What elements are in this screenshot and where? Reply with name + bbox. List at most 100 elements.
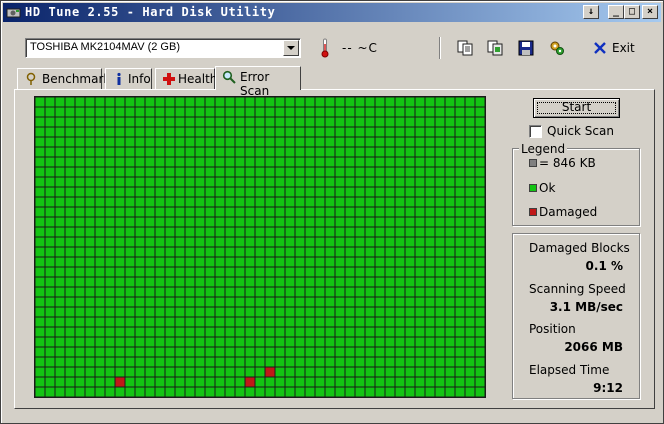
block — [265, 357, 275, 367]
block — [95, 107, 105, 117]
block — [275, 337, 285, 347]
block — [165, 127, 175, 137]
block — [125, 277, 135, 287]
block — [145, 197, 155, 207]
block — [185, 177, 195, 187]
block — [75, 197, 85, 207]
copy-screenshot-icon[interactable] — [486, 39, 504, 57]
block — [245, 337, 255, 347]
block — [225, 307, 235, 317]
block — [205, 187, 215, 197]
block — [365, 147, 375, 157]
block — [415, 197, 425, 207]
block — [295, 357, 305, 367]
block — [315, 97, 325, 107]
block — [105, 177, 115, 187]
block — [295, 197, 305, 207]
tab-benchmark[interactable]: Benchmark — [17, 68, 110, 89]
block — [175, 277, 185, 287]
save-icon[interactable] — [517, 39, 535, 57]
block — [195, 327, 205, 337]
block — [195, 357, 205, 367]
block — [225, 287, 235, 297]
block — [155, 187, 165, 197]
tab-info[interactable]: Info — [105, 68, 152, 89]
block — [435, 167, 445, 177]
block — [455, 137, 465, 147]
block — [245, 157, 255, 167]
toolbar-separator — [439, 37, 441, 59]
block — [55, 237, 65, 247]
block — [185, 107, 195, 117]
block — [415, 97, 425, 107]
block — [255, 257, 265, 267]
block — [125, 197, 135, 207]
block — [135, 267, 145, 277]
block — [205, 157, 215, 167]
block — [165, 337, 175, 347]
quick-scan-label[interactable]: Quick Scan — [547, 124, 614, 138]
drive-select[interactable]: TOSHIBA MK2104MAV (2 GB) — [25, 38, 301, 58]
block — [205, 257, 215, 267]
block — [45, 207, 55, 217]
block — [115, 327, 125, 337]
block — [175, 317, 185, 327]
block — [425, 147, 435, 157]
block — [145, 147, 155, 157]
options-icon[interactable] — [548, 39, 566, 57]
block — [275, 237, 285, 247]
block — [305, 187, 315, 197]
block — [185, 317, 195, 327]
block — [335, 327, 345, 337]
block — [265, 187, 275, 197]
block — [195, 217, 205, 227]
block — [445, 137, 455, 147]
rollup-button[interactable]: ↓ — [583, 5, 599, 19]
quick-scan-checkbox[interactable] — [529, 125, 542, 138]
block — [95, 377, 105, 387]
block — [215, 207, 225, 217]
block — [225, 367, 235, 377]
close-button[interactable]: × — [642, 5, 658, 19]
block — [215, 257, 225, 267]
block — [65, 187, 75, 197]
block — [235, 367, 245, 377]
block — [395, 197, 405, 207]
block — [225, 167, 235, 177]
block — [185, 227, 195, 237]
block — [215, 167, 225, 177]
block — [385, 337, 395, 347]
minimize-button[interactable]: _ — [608, 5, 624, 19]
block — [135, 97, 145, 107]
block — [385, 387, 395, 397]
block — [45, 277, 55, 287]
block — [415, 257, 425, 267]
block — [385, 307, 395, 317]
block — [305, 387, 315, 397]
block — [225, 177, 235, 187]
block — [255, 207, 265, 217]
block — [305, 107, 315, 117]
block — [115, 347, 125, 357]
block — [335, 227, 345, 237]
block — [395, 187, 405, 197]
block — [75, 287, 85, 297]
copy-text-icon[interactable] — [456, 39, 474, 57]
block — [295, 367, 305, 377]
block — [245, 227, 255, 237]
block — [445, 157, 455, 167]
block — [225, 297, 235, 307]
title-bar[interactable]: HD Tune 2.55 - Hard Disk Utility ↓ _ □ × — [3, 3, 661, 22]
start-button[interactable]: Start — [533, 98, 620, 118]
block — [345, 347, 355, 357]
block — [225, 217, 235, 227]
drive-dropdown-button[interactable] — [283, 40, 299, 56]
block — [425, 327, 435, 337]
tab-health[interactable]: Health — [155, 68, 217, 89]
block — [435, 307, 445, 317]
tab-error-scan[interactable]: Error Scan — [215, 66, 301, 98]
block — [315, 237, 325, 247]
block-map — [34, 96, 486, 398]
block — [465, 107, 475, 117]
maximize-button[interactable]: □ — [624, 5, 640, 19]
